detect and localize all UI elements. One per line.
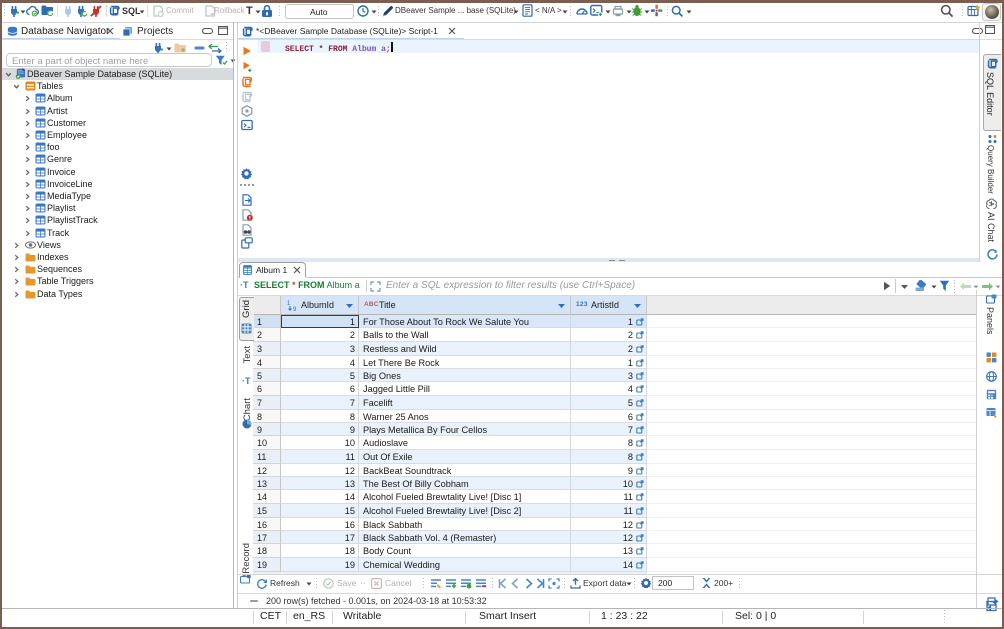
svg-text:9: 9 bbox=[293, 307, 297, 311]
